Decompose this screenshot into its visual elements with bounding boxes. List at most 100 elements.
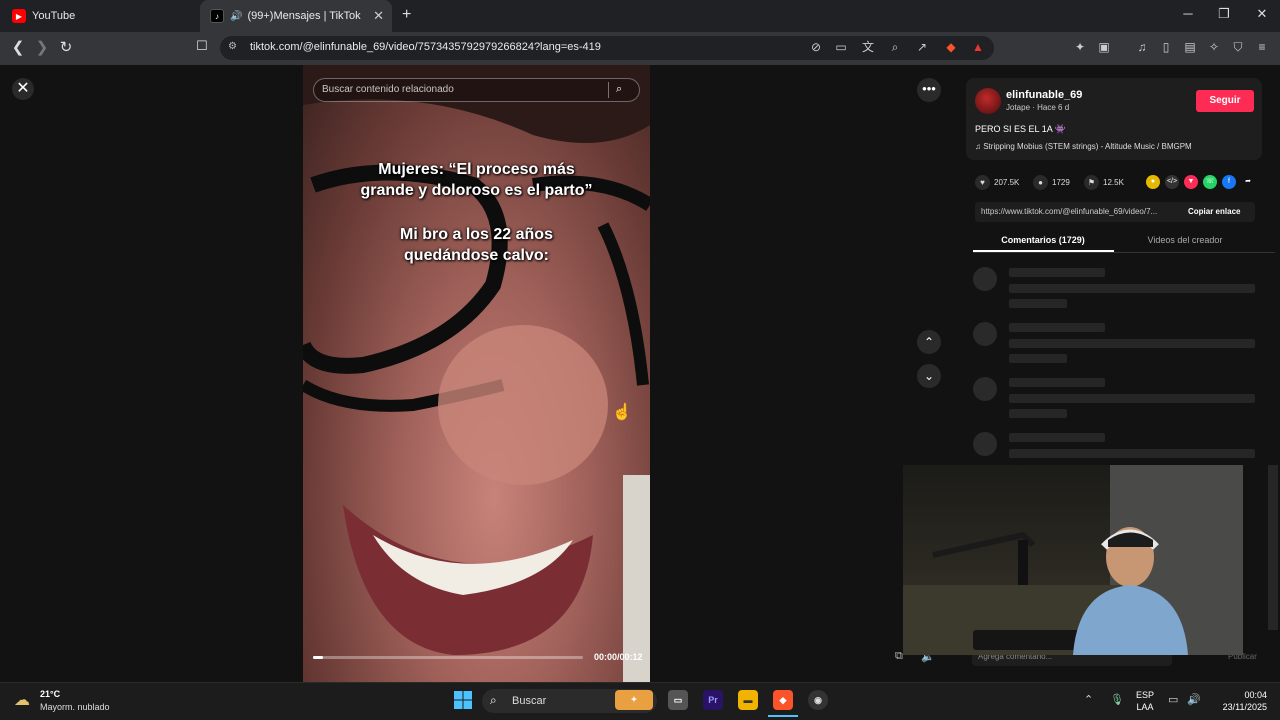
video-player[interactable] xyxy=(303,65,650,682)
comment-skeleton-line xyxy=(1009,354,1067,363)
forward-icon[interactable]: ❯ xyxy=(32,38,52,56)
comment-skeleton-avatar xyxy=(973,322,997,346)
task-view-icon[interactable]: ▭ xyxy=(668,690,688,710)
video-progress-fill xyxy=(313,656,323,659)
video-progress-bar[interactable] xyxy=(313,656,583,659)
embed-icon[interactable]: </> xyxy=(1165,175,1179,189)
comment-skeleton-line xyxy=(1009,323,1105,332)
author-subline: Jotape · Hace 6 d xyxy=(1006,103,1070,112)
cursor-icon: ☝ xyxy=(612,404,632,421)
heart-icon: ♥ xyxy=(975,175,990,190)
copy-link-button[interactable]: Copiar enlace xyxy=(1188,207,1240,216)
weather-cloud-icon[interactable]: ☁ xyxy=(14,690,30,710)
coin-share-icon[interactable]: ● xyxy=(1146,175,1160,189)
clock[interactable]: 00:04 23/11/2025 xyxy=(1212,689,1267,713)
close-window-icon[interactable]: ✕ xyxy=(1252,6,1272,22)
like-count: 207.5K xyxy=(994,178,1020,187)
weather-temperature[interactable]: 21°C xyxy=(40,689,60,699)
network-icon[interactable]: ▭ xyxy=(1168,693,1178,706)
tab-youtube[interactable]: ▶ YouTube xyxy=(0,0,200,32)
comment-count: 1729 xyxy=(1052,178,1070,187)
windows-start-icon[interactable] xyxy=(453,690,473,710)
save-stat[interactable]: ⚑ 12.5K xyxy=(1084,175,1124,190)
obs-icon[interactable]: ◉ xyxy=(808,690,828,710)
search-highlight-icon[interactable]: ✦ xyxy=(615,690,653,710)
bookmark-icon[interactable]: ☐ xyxy=(192,38,212,54)
facebook-icon[interactable]: f xyxy=(1222,175,1236,189)
username[interactable]: elinfunable_69 xyxy=(1006,89,1082,101)
save-count: 12.5K xyxy=(1103,178,1124,187)
next-video-button[interactable]: ⌄ xyxy=(917,364,941,388)
microphone-icon[interactable]: 🎙 xyxy=(1110,693,1124,706)
share-more-icon[interactable]: ➦ xyxy=(1241,175,1255,189)
wallet-icon[interactable]: ▤ xyxy=(1182,39,1198,55)
tab-tiktok[interactable]: ♪ 🔊 (99+)Mensajes | TikTok ✕ xyxy=(200,0,392,32)
brave-rewards-icon[interactable]: ▲ xyxy=(970,39,986,55)
weather-condition[interactable]: Mayorm. nublado xyxy=(40,702,110,712)
webcam-frame xyxy=(903,465,1243,655)
premiere-icon[interactable]: Pr xyxy=(703,690,723,710)
file-explorer-icon[interactable]: ▬ xyxy=(738,690,758,710)
speaker-icon: 🔊 xyxy=(230,10,243,22)
language-indicator[interactable]: ESP LAA xyxy=(1136,689,1154,713)
media-off-icon[interactable]: ⊘ xyxy=(808,39,824,55)
windows-logo xyxy=(454,691,472,709)
close-tab-icon[interactable]: ✕ xyxy=(373,8,384,24)
comment-skeleton-line xyxy=(1009,378,1105,387)
new-tab-button[interactable]: + xyxy=(402,6,411,24)
brave-shields-icon[interactable]: ◆ xyxy=(943,39,959,55)
search-icon[interactable]: ⌕ xyxy=(616,83,622,96)
screenshot-icon[interactable]: ▣ xyxy=(1096,39,1112,55)
tab-divider xyxy=(973,252,1275,253)
panel-scrollbar[interactable] xyxy=(1268,465,1278,630)
search-divider xyxy=(608,82,609,98)
site-info-icon[interactable]: ⚙ xyxy=(228,41,237,52)
youtube-icon: ▶ xyxy=(12,9,26,23)
comment-skeleton-avatar xyxy=(973,267,997,291)
previous-video-button[interactable]: ⌃ xyxy=(917,330,941,354)
caption-line: Mi bro a los 22 años xyxy=(400,226,553,243)
speaker-icon[interactable]: 🔊 xyxy=(1187,693,1201,706)
extensions-icon[interactable]: ✦ xyxy=(1072,39,1088,55)
tab-comments[interactable]: Comentarios (1729) xyxy=(973,235,1113,245)
tab-creator-videos[interactable]: Videos del creador xyxy=(1115,235,1255,245)
tiktok-icon: ♪ xyxy=(210,9,224,23)
back-icon[interactable]: ❮ xyxy=(8,38,28,56)
brave-browser-icon[interactable]: ◆ xyxy=(773,690,793,710)
comment-skeleton-line xyxy=(1009,284,1255,293)
translate-icon[interactable]: 文 xyxy=(860,39,876,55)
caption-line: quedándose calvo: xyxy=(404,247,549,264)
tab-title: YouTube xyxy=(32,10,76,22)
close-video-button[interactable]: ✕ xyxy=(12,78,34,100)
caption-line: grande y doloroso es el parto” xyxy=(360,182,593,199)
video-link[interactable]: https://www.tiktok.com/@elinfunable_69/v… xyxy=(981,207,1176,216)
comment-skeleton-line xyxy=(1009,449,1255,458)
url-text[interactable]: tiktok.com/@elinfunable_69/video/7573435… xyxy=(250,41,601,53)
sidebar-icon[interactable]: ▯ xyxy=(1158,39,1174,55)
leo-icon[interactable]: ✧ xyxy=(1206,39,1222,55)
picture-in-picture-icon[interactable]: ⧉ xyxy=(895,650,903,663)
vpn-icon[interactable]: ⛉ xyxy=(1230,39,1246,55)
whatsapp-icon[interactable]: ☏ xyxy=(1203,175,1217,189)
send-icon[interactable]: ▼ xyxy=(1184,175,1198,189)
tray-overflow-icon[interactable]: ⌃ xyxy=(1084,693,1093,706)
avatar[interactable] xyxy=(975,88,1001,114)
cast-icon[interactable]: ▭ xyxy=(833,39,849,55)
minimize-icon[interactable]: ─ xyxy=(1178,6,1198,21)
maximize-icon[interactable]: ❐ xyxy=(1214,6,1234,22)
menu-icon[interactable]: ≡ xyxy=(1254,39,1270,55)
reload-icon[interactable]: ↻ xyxy=(56,38,76,56)
comment-stat[interactable]: ● 1729 xyxy=(1033,175,1070,190)
zoom-icon[interactable]: ⌕ xyxy=(887,39,903,55)
clock-time: 00:04 xyxy=(1244,690,1267,700)
music-link[interactable]: ♫ Stripping Mobius (STEM strings) - Alti… xyxy=(975,142,1192,151)
more-options-button[interactable]: ••• xyxy=(917,78,941,102)
clock-date: 23/11/2025 xyxy=(1222,702,1267,712)
music-icon[interactable]: ♫ xyxy=(1134,39,1150,55)
follow-button[interactable]: Seguir xyxy=(1196,90,1254,112)
comment-icon: ● xyxy=(1033,175,1048,190)
like-stat[interactable]: ♥ 207.5K xyxy=(975,175,1019,190)
caption-line: Mujeres: “El proceso más xyxy=(378,161,575,178)
share-icon[interactable]: ↗ xyxy=(914,39,930,55)
comment-skeleton-line xyxy=(1009,409,1067,418)
